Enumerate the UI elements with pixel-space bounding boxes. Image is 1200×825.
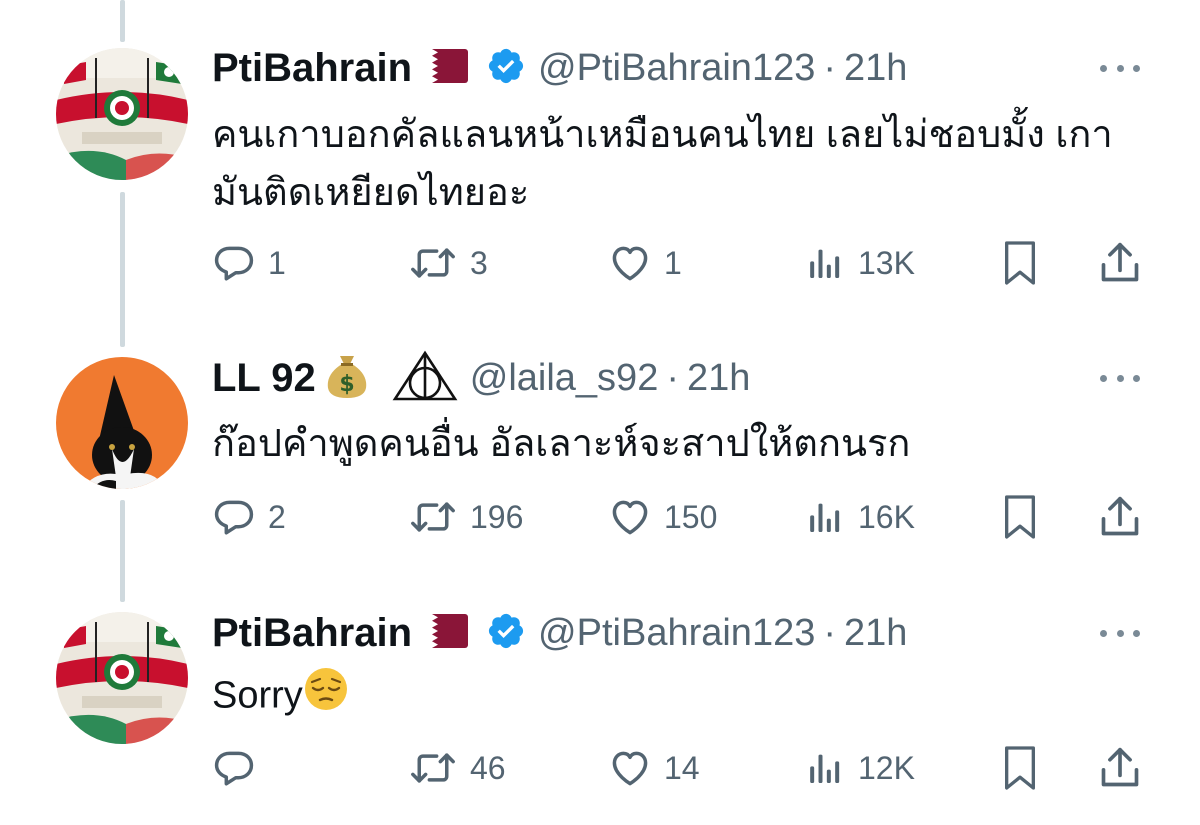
tweet[interactable]: LL 92 $ @laila_s92 · 21h ก๊อปคำพูดคนอื่น… — [0, 345, 1200, 575]
share-button[interactable] — [1098, 743, 1142, 793]
pti-avatar-image — [56, 48, 188, 180]
reply-icon — [214, 246, 254, 281]
display-name[interactable]: PtiBahrain — [212, 611, 412, 656]
timestamp[interactable]: 21h — [844, 47, 907, 90]
avatar[interactable] — [56, 357, 188, 489]
share-button[interactable] — [1098, 492, 1142, 542]
repost-icon — [411, 753, 455, 783]
tweet-text: Sorry — [212, 674, 303, 717]
pti-avatar-image — [56, 612, 188, 744]
bookmark-button[interactable] — [1000, 238, 1040, 288]
like-count: 1 — [664, 244, 682, 281]
pensive-face-icon — [303, 666, 349, 729]
tweet-text: ก๊อปคำพูดคนอื่น อัลเลาะห์จะสาปให้ตกนรก — [212, 423, 911, 465]
heart-icon — [612, 246, 648, 281]
tweet-actions: 46 14 12K — [212, 743, 1142, 793]
like-button[interactable]: 14 — [608, 743, 700, 793]
view-count: 13K — [858, 244, 915, 281]
share-button[interactable] — [1098, 238, 1142, 288]
reply-count: 1 — [268, 244, 286, 281]
reply-button[interactable]: 1 — [212, 238, 286, 288]
tweet-header: PtiBahrain @PtiBahrain123 · 21h — [212, 43, 907, 93]
tweet-actions: 1 3 1 13K — [212, 238, 1142, 288]
display-name[interactable]: LL 92 — [212, 356, 316, 401]
tweet-text: คนเกาบอกคัลแลนหน้าเหมือนคนไทย เลยไม่ชอบม… — [212, 114, 1113, 214]
bookmark-button[interactable] — [1000, 492, 1040, 542]
timestamp[interactable]: 21h — [844, 612, 907, 655]
display-name[interactable]: PtiBahrain — [212, 46, 412, 91]
analytics-icon — [810, 249, 840, 278]
like-button[interactable]: 1 — [608, 238, 682, 288]
money-bag-icon: $ — [324, 352, 370, 405]
user-handle[interactable]: @laila_s92 — [470, 357, 659, 400]
deathly-hallows-icon — [392, 350, 458, 407]
repost-button[interactable]: 46 — [408, 743, 506, 793]
more-options-icon[interactable] — [1100, 358, 1140, 398]
separator-dot: · — [823, 46, 837, 89]
user-handle[interactable]: @PtiBahrain123 — [538, 612, 815, 655]
share-icon — [1101, 747, 1139, 787]
avatar[interactable] — [56, 612, 188, 744]
like-button[interactable]: 150 — [608, 492, 717, 542]
like-count: 150 — [664, 498, 718, 535]
verified-badge-icon — [486, 611, 526, 656]
tweet-header: LL 92 $ @laila_s92 · 21h — [212, 350, 750, 405]
bookmark-icon — [1005, 746, 1035, 790]
reply-button[interactable]: 2 — [212, 492, 286, 542]
user-handle[interactable]: @PtiBahrain123 — [538, 47, 815, 90]
reply-icon — [214, 500, 254, 535]
reply-button[interactable] — [212, 743, 268, 793]
analytics-icon — [810, 503, 840, 532]
tweet-text-container: Sorry — [212, 666, 1132, 729]
reply-count: 2 — [268, 498, 286, 535]
more-options-icon[interactable] — [1100, 48, 1140, 88]
analytics-icon — [810, 754, 840, 783]
repost-count: 196 — [470, 498, 524, 535]
tweet[interactable]: PtiBahrain @PtiBahrain123 · 21h คนเกาบอก… — [0, 0, 1200, 320]
share-icon — [1101, 242, 1139, 282]
repost-count: 3 — [470, 244, 488, 281]
tweet[interactable]: PtiBahrain @PtiBahrain123 · 21h Sorry 46… — [0, 600, 1200, 825]
more-options-icon[interactable] — [1100, 613, 1140, 653]
qatar-flag-icon — [416, 48, 469, 88]
repost-button[interactable]: 3 — [408, 238, 488, 288]
repost-button[interactable]: 196 — [408, 492, 523, 542]
separator-dot: · — [823, 611, 837, 654]
share-icon — [1101, 496, 1139, 536]
bookmark-icon — [1005, 495, 1035, 539]
cat-avatar-image — [56, 357, 188, 489]
heart-icon — [612, 751, 648, 786]
view-count: 12K — [858, 749, 915, 786]
view-count: 16K — [858, 498, 915, 535]
views-button[interactable]: 13K — [806, 238, 915, 288]
tweet-actions: 2 196 150 16K — [212, 492, 1142, 542]
bookmark-icon — [1005, 241, 1035, 285]
repost-icon — [411, 502, 455, 532]
svg-text:$: $ — [339, 372, 354, 397]
bookmark-button[interactable] — [1000, 743, 1040, 793]
views-button[interactable]: 12K — [806, 743, 915, 793]
reply-icon — [214, 751, 254, 786]
verified-badge-icon — [486, 46, 526, 91]
repost-icon — [411, 248, 455, 278]
heart-icon — [612, 500, 648, 535]
tweet-header: PtiBahrain @PtiBahrain123 · 21h — [212, 608, 907, 658]
qatar-flag-icon — [416, 613, 469, 653]
views-button[interactable]: 16K — [806, 492, 915, 542]
like-count: 14 — [664, 749, 700, 786]
separator-dot: · — [666, 356, 679, 399]
timestamp[interactable]: 21h — [687, 357, 750, 400]
avatar[interactable] — [56, 48, 188, 180]
repost-count: 46 — [470, 749, 506, 786]
